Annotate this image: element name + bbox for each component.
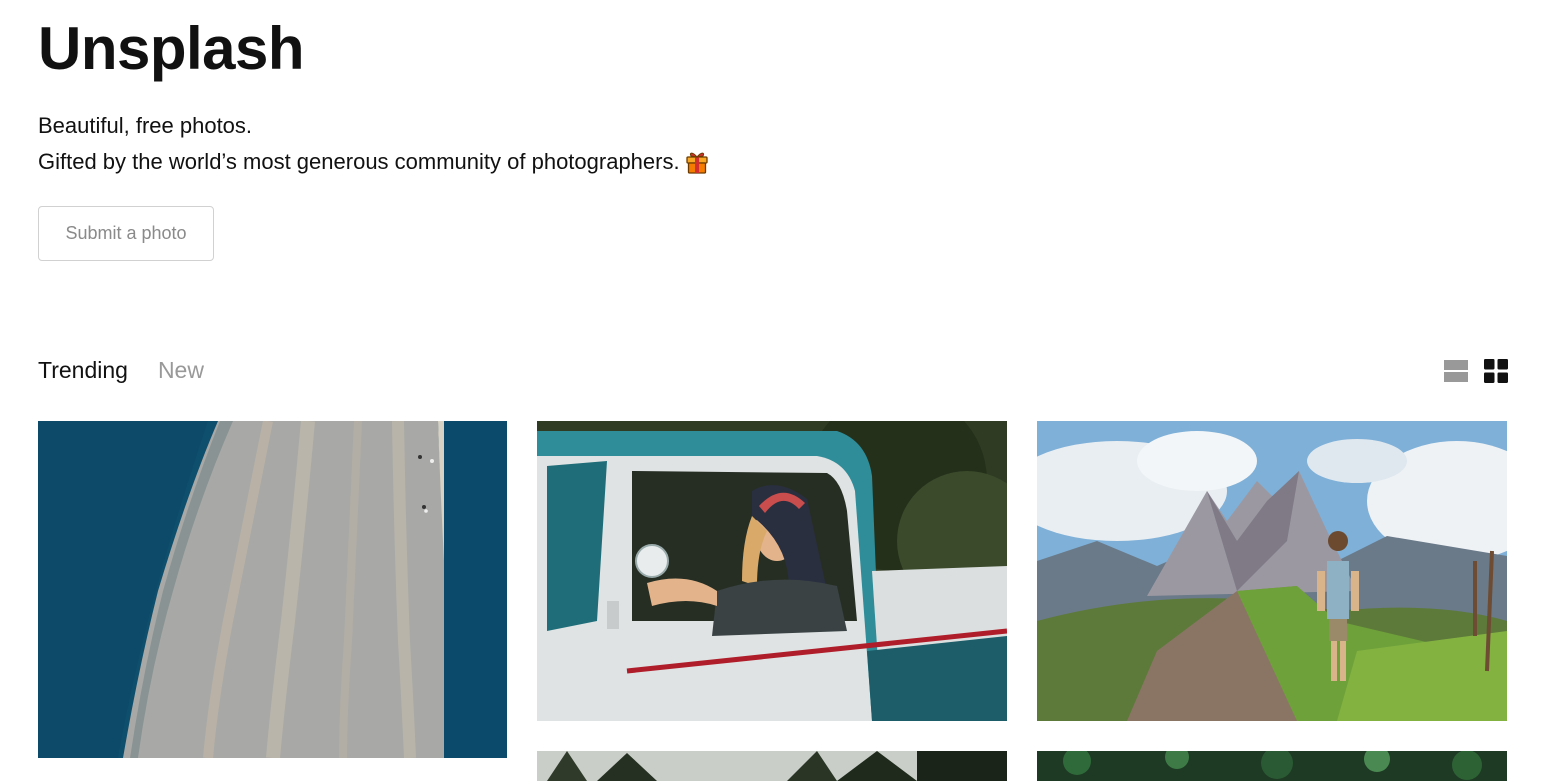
tagline: Beautiful, free photos. Gifted by the wo… [38, 108, 708, 185]
grid-view-icon[interactable] [1484, 359, 1508, 383]
photo-grid [38, 421, 1508, 781]
feed-tabs: Trending New [38, 354, 204, 386]
list-view-icon[interactable] [1444, 359, 1468, 383]
photo-mountain-hiker[interactable] [1037, 421, 1507, 721]
tagline-line-1: Beautiful, free photos. [38, 113, 253, 138]
photo-forest-trees[interactable] [537, 751, 1007, 781]
gift-icon [685, 149, 708, 185]
brand-title: Unsplash [38, 15, 305, 82]
tagline-line-2: Gifted by the world’s most generous comm… [38, 149, 680, 174]
photo-green-foliage[interactable] [1037, 751, 1507, 781]
tab-trending[interactable]: Trending [38, 354, 128, 386]
view-toggle [1444, 359, 1508, 383]
tab-new[interactable]: New [158, 354, 204, 386]
photo-woman-in-truck[interactable] [537, 421, 1007, 721]
photo-aerial-beach[interactable] [38, 421, 507, 758]
submit-photo-button[interactable]: Submit a photo [38, 206, 214, 261]
tagline-line-2-wrapper: Gifted by the world’s most generous comm… [38, 144, 708, 185]
